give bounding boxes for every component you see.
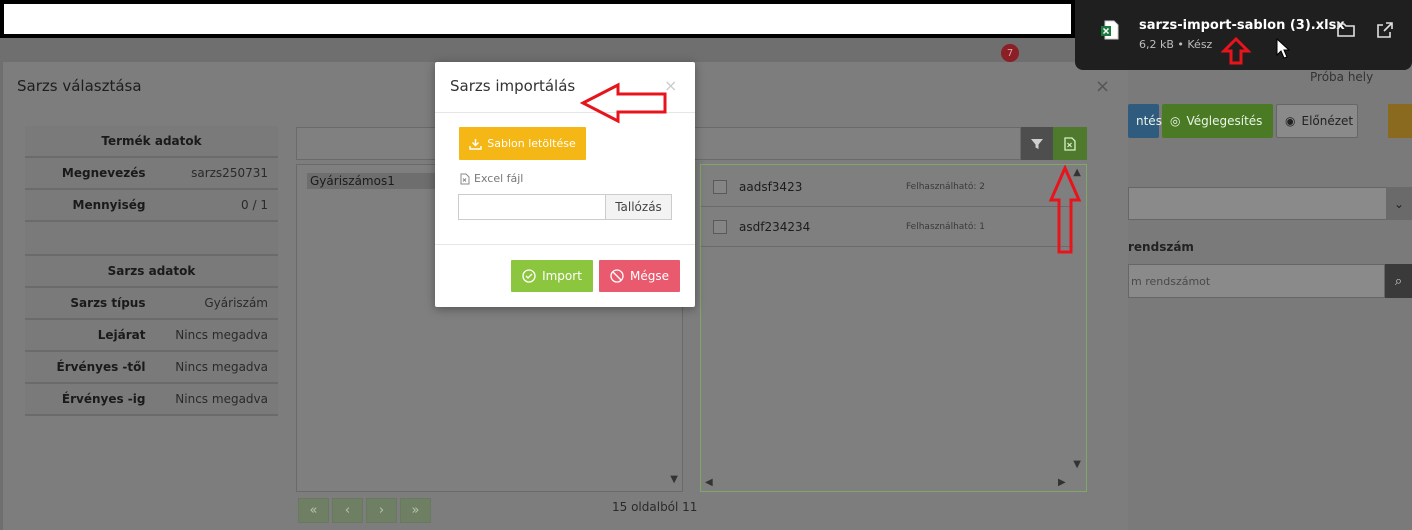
bg-plate-placeholder: m rendszámot — [1131, 275, 1211, 288]
row-checkbox[interactable] — [713, 219, 727, 234]
info-value: Gyáriszám — [204, 296, 268, 310]
excel-file-icon — [1101, 20, 1119, 40]
bg-partial-label: ntés — [1136, 114, 1162, 128]
info-value: Nincs megadva — [175, 360, 268, 374]
excel-file-input[interactable] — [458, 194, 606, 220]
info-row: Lejárat Nincs megadva — [25, 320, 278, 352]
excel-file-text: Excel fájl — [474, 172, 524, 185]
proba-text: Próba hely — [1310, 70, 1374, 84]
table-row[interactable]: asdf234234 Felhasználható: 1 — [701, 207, 1073, 247]
info-label: Megnevezés — [61, 166, 146, 180]
info-value: 0 / 1 — [241, 198, 268, 212]
bg-preview-label: Előnézet — [1301, 114, 1354, 128]
info-label: Lejárat — [97, 328, 146, 342]
info-row: Sarzs típus Gyáriszám — [25, 288, 278, 320]
annotation-arrow-up-icon — [1048, 165, 1082, 254]
bg-partial-button[interactable]: ntés — [1128, 104, 1162, 138]
pager-last-button[interactable]: » — [400, 498, 431, 523]
info-label: Érvényes -ig — [61, 392, 146, 406]
import-button[interactable]: Import — [511, 260, 593, 292]
redacted-address-bar — [0, 0, 1075, 38]
info-label: Érvényes -től — [56, 360, 146, 374]
serial-available: Felhasználható: 1 — [906, 221, 985, 232]
check-circle-icon — [522, 269, 536, 283]
serial-name: aadsf3423 — [739, 179, 803, 194]
import-label: Import — [542, 269, 582, 283]
pager-next-button[interactable]: › — [366, 498, 397, 523]
download-filename[interactable]: sarzs-import-sablon (3).xlsx — [1139, 18, 1345, 33]
bg-select[interactable] — [1128, 187, 1412, 220]
bg-orange-button[interactable] — [1388, 104, 1412, 138]
scroll-right-icon[interactable]: ▶ — [1058, 477, 1066, 488]
table-row[interactable]: aadsf3423 Felhasználható: 2 — [701, 167, 1073, 207]
info-value: Nincs megadva — [175, 392, 268, 406]
check-circle-icon: ◎ — [1170, 114, 1181, 128]
scroll-down-icon[interactable]: ▼ — [670, 474, 678, 485]
browse-button[interactable]: Tallózás — [605, 194, 672, 220]
chevron-down-icon[interactable]: ⌄ — [1386, 187, 1412, 220]
product-info-panel: Termék adatok Megnevezés sarzs250731 Men… — [25, 126, 278, 436]
download-icon — [469, 138, 482, 150]
bg-finalize-button[interactable]: ◎ Véglegesítés — [1162, 104, 1273, 138]
pager-info: 15 oldalból 11 — [612, 500, 698, 514]
scroll-left-icon[interactable]: ◀ — [705, 477, 713, 488]
scroll-down-icon[interactable]: ▼ — [1073, 459, 1081, 470]
bg-finalize-label: Véglegesítés — [1186, 114, 1263, 128]
info-row: Mennyiség 0 / 1 — [25, 190, 278, 222]
info-row: Érvényes -től Nincs megadva — [25, 352, 278, 384]
filter-icon[interactable] — [1021, 127, 1053, 160]
download-meta: 6,2 kB • Kész — [1139, 38, 1213, 51]
info-row: Érvényes -ig Nincs megadva — [25, 384, 278, 416]
info-value: Nincs megadva — [175, 328, 268, 342]
cancel-label: Mégse — [630, 269, 669, 283]
open-external-icon[interactable] — [1375, 20, 1395, 40]
eye-icon: ◉ — [1285, 114, 1296, 128]
close-icon[interactable]: × — [1095, 76, 1110, 97]
pager-prev-button[interactable]: ‹ — [332, 498, 363, 523]
file-excel-icon — [460, 173, 470, 184]
info-value: sarzs250731 — [191, 166, 268, 180]
bg-plate-label: rendszám — [1128, 240, 1194, 254]
bg-preview-button[interactable]: ◉ Előnézet — [1276, 104, 1358, 138]
download-template-button[interactable]: Sablon letöltése — [459, 127, 586, 160]
modal-title: Sarzs választása — [17, 77, 142, 95]
search-icon[interactable]: ⌕ — [1385, 264, 1412, 298]
batch-header: Sarzs adatok — [25, 256, 278, 288]
pager-first-button[interactable]: « — [298, 498, 329, 523]
serial-available: Felhasználható: 2 — [906, 181, 985, 192]
row-checkbox[interactable] — [713, 179, 727, 194]
annotation-arrow-left-icon — [580, 82, 667, 124]
info-label: Sarzs típus — [70, 296, 146, 310]
info-label: Mennyiség — [72, 198, 146, 212]
mouse-cursor-icon — [1276, 38, 1290, 59]
divider — [435, 244, 695, 245]
excel-file-label: Excel fájl — [460, 172, 523, 185]
folder-icon[interactable] — [1336, 20, 1356, 40]
excel-import-icon[interactable] — [1053, 127, 1087, 160]
serial-list[interactable]: aadsf3423 Felhasználható: 2 asdf234234 F… — [700, 164, 1087, 492]
notification-badge: 7 — [1001, 44, 1019, 62]
ban-icon — [610, 269, 624, 283]
dialog-title: Sarzs importálás — [450, 77, 576, 95]
info-spacer — [25, 222, 278, 256]
product-header: Termék adatok — [25, 126, 278, 158]
info-row: Megnevezés sarzs250731 — [25, 158, 278, 190]
serial-name: asdf234234 — [739, 219, 811, 234]
download-template-label: Sablon letöltése — [487, 137, 576, 150]
cancel-button[interactable]: Mégse — [599, 260, 680, 292]
annotation-arrow-up-small-icon — [1221, 36, 1251, 65]
